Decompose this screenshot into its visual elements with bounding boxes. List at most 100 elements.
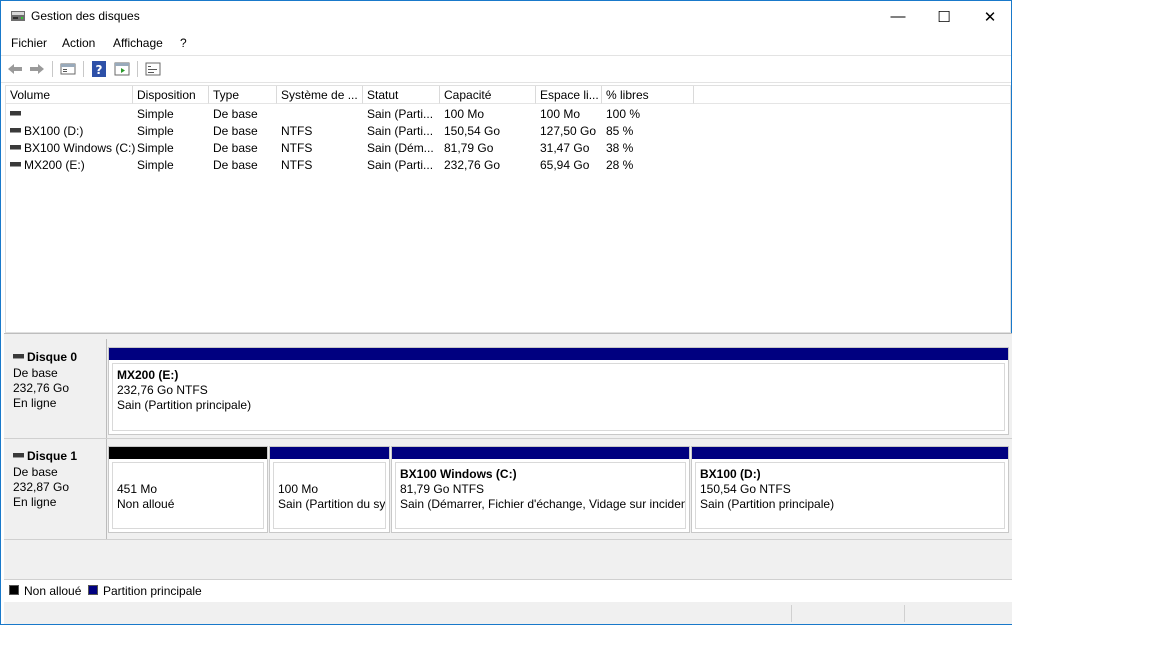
partition-status: Sain (Partition du sy — [278, 497, 386, 511]
legend-label-unallocated: Non alloué — [24, 584, 82, 598]
forward-arrow-icon[interactable] — [28, 60, 46, 77]
table-cell: Sain (Parti... — [367, 158, 434, 172]
table-cell: Sain (Dém... — [367, 141, 434, 155]
disk-row: Disque 1 De base 232,87 Go En ligne 451 … — [4, 439, 1012, 540]
disk-label[interactable]: Disque 1 De base 232,87 Go En ligne — [4, 439, 107, 539]
menu-action[interactable]: Action — [62, 36, 95, 50]
volume-list-pane: Volume Disposition Type Système de ... S… — [5, 85, 1011, 333]
disk-label[interactable]: Disque 0 De base 232,76 Go En ligne — [4, 339, 107, 438]
table-cell: NTFS — [281, 141, 313, 155]
column-header-type[interactable]: Type — [209, 86, 277, 104]
partition-block[interactable]: BX100 Windows (C:) 81,79 Go NTFS Sain (D… — [391, 446, 690, 533]
table-cell: Simple — [137, 124, 174, 138]
partition-color-bar — [109, 447, 267, 459]
column-header-filler — [694, 86, 1010, 104]
view-icon[interactable] — [113, 60, 131, 77]
disk-row: Disque 0 De base 232,76 Go En ligne MX20… — [4, 339, 1012, 439]
table-cell: 65,94 Go — [540, 158, 590, 172]
volume-name-cell[interactable]: BX100 (D:) — [10, 123, 83, 140]
partition-block[interactable]: BX100 (D:) 150,54 Go NTFS Sain (Partitio… — [691, 446, 1009, 533]
partition-size: 150,54 Go NTFS — [700, 482, 791, 496]
table-cell: Simple — [137, 158, 174, 172]
properties-icon[interactable] — [59, 60, 77, 77]
partition-block[interactable]: 100 Mo Sain (Partition du sy — [269, 446, 390, 533]
column-header-status[interactable]: Statut — [363, 86, 440, 104]
partition-status: Sain (Démarrer, Fichier d'échange, Vidag… — [400, 497, 686, 511]
status-separator — [904, 605, 905, 622]
toolbar-separator — [83, 61, 84, 77]
disk-state: En ligne — [13, 495, 57, 509]
title-bar: Gestion des disques — ☐ ✕ — [1, 1, 1011, 32]
volume-drive-icon — [10, 111, 21, 117]
table-cell: De base — [213, 124, 258, 138]
table-cell: 81,79 Go — [444, 141, 494, 155]
table-cell: NTFS — [281, 158, 313, 172]
partition-status: Non alloué — [117, 497, 175, 511]
volume-name-cell[interactable] — [10, 106, 24, 123]
table-cell: 150,54 Go — [444, 124, 501, 138]
table-cell: De base — [213, 107, 258, 121]
column-header-capacity[interactable]: Capacité — [440, 86, 536, 104]
partition-size: 81,79 Go NTFS — [400, 482, 485, 496]
menu-fichier[interactable]: Fichier — [11, 36, 47, 50]
partition-block[interactable]: MX200 (E:) 232,76 Go NTFS Sain (Partitio… — [108, 347, 1009, 435]
disk-drive-icon — [13, 354, 24, 360]
table-cell: De base — [213, 141, 258, 155]
status-bar — [4, 602, 1012, 624]
legend-swatch-primary — [88, 585, 98, 595]
column-header-percent-free[interactable]: % libres — [602, 86, 694, 104]
partition-color-bar — [392, 447, 689, 459]
table-cell: NTFS — [281, 124, 313, 138]
table-cell: Simple — [137, 107, 174, 121]
table-cell: 232,76 Go — [444, 158, 501, 172]
console-icon[interactable] — [144, 60, 162, 77]
partition-block[interactable]: 451 Mo Non alloué — [108, 446, 268, 533]
volume-name-cell[interactable]: MX200 (E:) — [10, 157, 85, 174]
back-arrow-icon[interactable] — [6, 60, 24, 77]
disk-drive-icon — [13, 453, 24, 459]
column-header-free-space[interactable]: Espace li... — [536, 86, 602, 104]
disk-graphical-pane: Disque 0 De base 232,76 Go En ligne MX20… — [4, 339, 1012, 579]
disk-management-app-icon — [10, 9, 26, 23]
disk-type: De base — [13, 366, 58, 380]
partition-status: Sain (Partition principale) — [117, 398, 252, 412]
table-cell: 127,50 Go — [540, 124, 597, 138]
partition-title: BX100 (D:) — [700, 467, 761, 481]
minimize-button[interactable]: — — [875, 1, 921, 32]
partition-color-bar — [692, 447, 1008, 459]
disk-name: Disque 1 — [27, 449, 78, 463]
partition-size: 232,76 Go NTFS — [117, 383, 208, 397]
legend-swatch-unallocated — [9, 585, 19, 595]
disk-state: En ligne — [13, 396, 57, 410]
partition-title: MX200 (E:) — [117, 368, 179, 382]
legend-label-primary: Partition principale — [103, 584, 202, 598]
toolbar-separator — [52, 61, 53, 77]
disk-management-window: Gestion des disques — ☐ ✕ Fichier Action… — [0, 0, 1012, 625]
disk-size: 232,87 Go — [13, 480, 70, 494]
column-header-disposition[interactable]: Disposition — [133, 86, 209, 104]
column-header-file-system[interactable]: Système de ... — [277, 86, 363, 104]
partition-status: Sain (Partition principale) — [700, 497, 835, 511]
column-header-volume[interactable]: Volume — [6, 86, 133, 104]
disk-name: Disque 0 — [27, 350, 78, 364]
maximize-button[interactable]: ☐ — [921, 1, 967, 32]
toolbar-separator — [137, 61, 138, 77]
legend-bar: Non alloué Partition principale — [4, 579, 1012, 603]
close-button[interactable]: ✕ — [967, 1, 1013, 32]
table-cell: Sain (Parti... — [367, 124, 434, 138]
window-title: Gestion des disques — [31, 9, 140, 23]
help-icon[interactable]: ? — [90, 60, 108, 77]
table-cell: 31,47 Go — [540, 141, 590, 155]
menu-affichage[interactable]: Affichage — [113, 36, 163, 50]
table-cell: 85 % — [606, 124, 634, 138]
volume-drive-icon — [10, 128, 21, 134]
partition-title: BX100 Windows (C:) — [400, 467, 517, 481]
table-cell: 28 % — [606, 158, 634, 172]
table-cell: 100 Mo — [540, 107, 581, 121]
table-cell: 100 % — [606, 107, 641, 121]
toolbar: ? — [1, 55, 1011, 83]
partition-color-bar — [270, 447, 389, 459]
menu-help[interactable]: ? — [180, 36, 187, 50]
partition-color-bar — [109, 348, 1008, 360]
volume-name-cell[interactable]: BX100 Windows (C:) — [10, 140, 135, 157]
